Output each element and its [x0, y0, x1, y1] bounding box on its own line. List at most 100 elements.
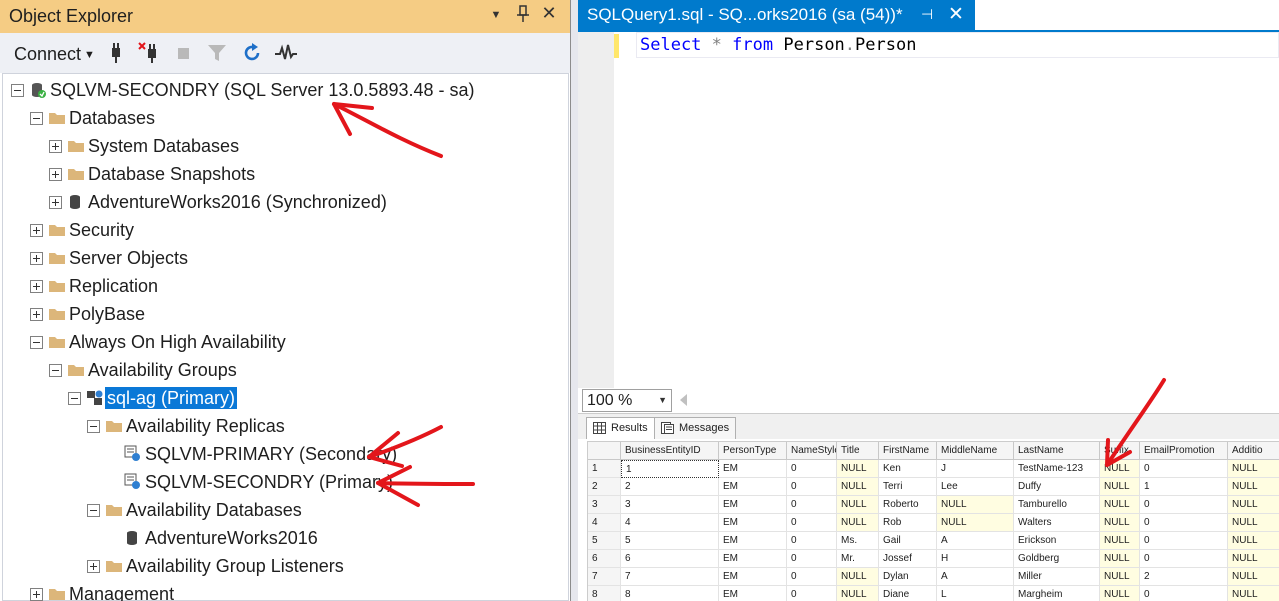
table-cell[interactable]: TestName-123	[1014, 460, 1100, 478]
table-cell[interactable]: 1	[621, 460, 719, 478]
table-cell[interactable]: NULL	[1100, 586, 1140, 601]
table-cell[interactable]: Jossef	[879, 550, 937, 568]
table-cell[interactable]: 3	[621, 496, 719, 514]
table-cell[interactable]: Walters	[1014, 514, 1100, 532]
table-cell[interactable]: 2	[621, 478, 719, 496]
tree-node-databases[interactable]: Databases	[3, 105, 563, 131]
table-cell[interactable]: Gail	[879, 532, 937, 550]
table-cell[interactable]: NULL	[1100, 478, 1140, 496]
table-cell[interactable]: Tamburello	[1014, 496, 1100, 514]
tree-node-ag-adventureworks[interactable]: AdventureWorks2016	[3, 525, 563, 551]
column-header[interactable]: LastName	[1014, 442, 1100, 460]
table-cell[interactable]: NULL	[1228, 550, 1279, 568]
table-cell[interactable]: NULL	[937, 496, 1014, 514]
table-cell[interactable]: EM	[719, 514, 787, 532]
table-cell[interactable]: Diane	[879, 586, 937, 601]
connect-icon[interactable]	[104, 41, 128, 65]
table-cell[interactable]: 8	[621, 586, 719, 601]
table-cell[interactable]: EM	[719, 568, 787, 586]
tree-node-availability-replicas[interactable]: Availability Replicas	[3, 413, 563, 439]
close-icon[interactable]: ✕	[540, 3, 558, 24]
tree-node-replica-primary[interactable]: SQLVM-PRIMARY (Secondary)	[3, 441, 563, 467]
table-cell[interactable]: 0	[787, 568, 837, 586]
column-header[interactable]: PersonType	[719, 442, 787, 460]
panel-splitter[interactable]	[571, 0, 578, 601]
table-cell[interactable]: Miller	[1014, 568, 1100, 586]
tree-node-database-snapshots[interactable]: Database Snapshots	[3, 161, 563, 187]
expand-icon[interactable]	[49, 168, 62, 181]
table-cell[interactable]: 0	[787, 550, 837, 568]
table-cell[interactable]: Roberto	[879, 496, 937, 514]
table-cell[interactable]: Terri	[879, 478, 937, 496]
table-cell[interactable]: NULL	[1228, 496, 1279, 514]
table-cell[interactable]: NULL	[837, 568, 879, 586]
filter-icon[interactable]	[205, 41, 229, 65]
object-explorer-tree[interactable]: SQLVM-SECONDRY (SQL Server 13.0.5893.48 …	[2, 73, 569, 601]
refresh-icon[interactable]	[240, 41, 264, 65]
tree-node-ag-listeners[interactable]: Availability Group Listeners	[3, 553, 563, 579]
stop-icon[interactable]	[172, 41, 196, 65]
table-cell[interactable]: 4	[621, 514, 719, 532]
table-cell[interactable]: NULL	[1228, 514, 1279, 532]
expand-icon[interactable]	[30, 588, 43, 601]
table-cell[interactable]: A	[937, 532, 1014, 550]
connect-dropdown-button[interactable]: Connect ▼	[14, 44, 95, 65]
tab-sqlquery1[interactable]: SQLQuery1.sql - SQ...orks2016 (sa (54))*…	[578, 0, 975, 30]
expand-icon[interactable]	[30, 280, 43, 293]
expand-icon[interactable]	[87, 560, 100, 573]
table-cell[interactable]: EM	[719, 496, 787, 514]
tab-pin-icon[interactable]: ⊣	[921, 6, 933, 23]
table-cell[interactable]: NULL	[937, 514, 1014, 532]
tree-node-system-databases[interactable]: System Databases	[3, 133, 563, 159]
table-cell[interactable]: A	[937, 568, 1014, 586]
tree-node-always-on[interactable]: Always On High Availability	[3, 329, 563, 355]
expand-icon[interactable]	[49, 140, 62, 153]
column-header[interactable]: NameStyle	[787, 442, 837, 460]
table-cell[interactable]: 0	[1140, 496, 1228, 514]
column-header[interactable]: MiddleName	[937, 442, 1014, 460]
table-cell[interactable]: 0	[787, 460, 837, 478]
table-cell[interactable]: NULL	[1228, 586, 1279, 601]
tree-node-replica-secondry[interactable]: SQLVM-SECONDRY (Primary)	[3, 469, 563, 495]
table-cell[interactable]: NULL	[1100, 496, 1140, 514]
table-cell[interactable]: 0	[787, 586, 837, 601]
table-cell[interactable]: Erickson	[1014, 532, 1100, 550]
table-cell[interactable]: NULL	[837, 586, 879, 601]
query-editor[interactable]: Select * from Person.Person	[578, 30, 1279, 388]
table-cell[interactable]: 0	[787, 514, 837, 532]
table-cell[interactable]: Ken	[879, 460, 937, 478]
tree-node-availability-groups[interactable]: Availability Groups	[3, 357, 563, 383]
table-cell[interactable]: 7	[621, 568, 719, 586]
table-cell[interactable]: 0	[787, 478, 837, 496]
table-cell[interactable]: Rob	[879, 514, 937, 532]
table-cell[interactable]: NULL	[1100, 460, 1140, 478]
collapse-icon[interactable]	[11, 84, 24, 97]
table-cell[interactable]: H	[937, 550, 1014, 568]
table-cell[interactable]: NULL	[1228, 460, 1279, 478]
tree-node-adventureworks[interactable]: AdventureWorks2016 (Synchronized)	[3, 189, 563, 215]
column-header[interactable]: Additio	[1228, 442, 1279, 460]
tab-messages[interactable]: Messages	[654, 417, 737, 439]
table-cell[interactable]: Margheim	[1014, 586, 1100, 601]
column-header[interactable]: EmailPromotion	[1140, 442, 1228, 460]
table-cell[interactable]: Duffy	[1014, 478, 1100, 496]
collapse-icon[interactable]	[87, 504, 100, 517]
table-cell[interactable]: NULL	[1100, 550, 1140, 568]
collapse-icon[interactable]	[49, 364, 62, 377]
disconnect-icon[interactable]	[138, 41, 162, 65]
table-cell[interactable]: 5	[621, 532, 719, 550]
zoom-select[interactable]: 100 % ▼	[582, 389, 672, 412]
expand-icon[interactable]	[30, 308, 43, 321]
column-header[interactable]: Suffix	[1100, 442, 1140, 460]
table-cell[interactable]: NULL	[837, 460, 879, 478]
table-cell[interactable]: NULL	[1100, 514, 1140, 532]
table-cell[interactable]: 0	[1140, 460, 1228, 478]
table-cell[interactable]: EM	[719, 550, 787, 568]
table-cell[interactable]: NULL	[1228, 568, 1279, 586]
collapse-icon[interactable]	[30, 112, 43, 125]
collapse-icon[interactable]	[87, 420, 100, 433]
tree-node-polybase[interactable]: PolyBase	[3, 301, 563, 327]
table-cell[interactable]: NULL	[1100, 532, 1140, 550]
expand-icon[interactable]	[30, 224, 43, 237]
table-cell[interactable]: EM	[719, 460, 787, 478]
